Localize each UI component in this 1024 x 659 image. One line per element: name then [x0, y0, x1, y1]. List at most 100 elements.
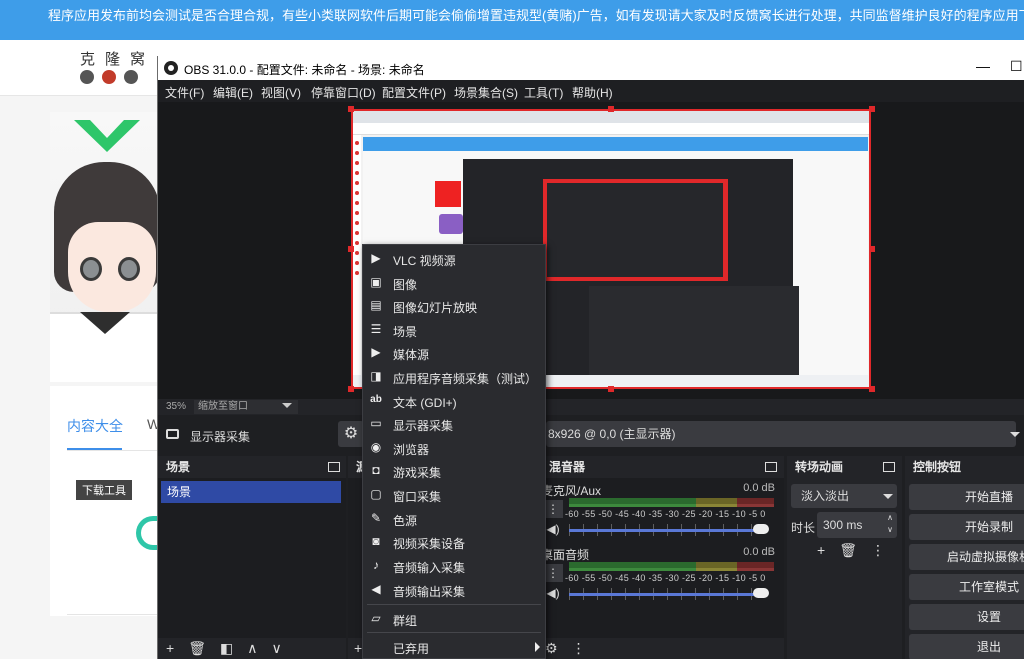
menu-item-browser[interactable]: ◉ 浏览器	[363, 436, 545, 459]
menu-item-group[interactable]: ▱ 群组	[363, 607, 545, 630]
chevron-down-icon[interactable]	[282, 403, 292, 408]
maximize-button[interactable]: ☐	[1010, 58, 1023, 75]
add-source-icon[interactable]: +	[354, 640, 362, 656]
zoom-bar: 35% 缩放至窗口	[158, 399, 1024, 415]
menu-item-vlc-source[interactable]: ▶ VLC 视频源	[363, 247, 545, 270]
resize-handle-tr[interactable]	[869, 106, 875, 112]
menu-profile[interactable]: 配置文件(P)	[382, 84, 446, 101]
more-icon[interactable]: ⋮	[871, 542, 885, 559]
chevron-down-icon[interactable]	[1010, 432, 1020, 437]
channel-more-button[interactable]: ⋮	[543, 564, 563, 582]
gear-icon[interactable]: ⚙	[545, 640, 558, 657]
site-tag-download-tools[interactable]: 下载工具	[76, 480, 132, 500]
chevron-down-icon[interactable]	[883, 494, 893, 499]
scenes-dock-title: 场景	[166, 460, 191, 474]
menu-view[interactable]: 视图(V)	[261, 84, 301, 101]
mixer-dock-title: 混音器	[549, 460, 586, 474]
site-logo[interactable]: 克隆窝	[80, 48, 155, 69]
site-divider	[67, 450, 160, 451]
more-icon[interactable]: ⋮	[572, 640, 586, 657]
obs-titlebar[interactable]: OBS 31.0.0 - 配置文件: 未命名 - 场景: 未命名 — ☐	[158, 56, 1024, 80]
remove-scene-icon[interactable]: 🗑	[188, 640, 206, 657]
menu-item-app-audio-capture[interactable]: ◨ 应用程序音频采集（测试）	[363, 365, 545, 388]
scenes-list: 场景	[158, 478, 346, 638]
app-audio-icon: ◨	[370, 369, 382, 383]
resize-handle-l[interactable]	[348, 246, 354, 252]
menu-item-audio-output-capture[interactable]: ◀ 音频输出采集	[363, 578, 545, 601]
settings-button[interactable]: 设置	[909, 604, 1024, 630]
start-virtual-camera-button[interactable]: 启动虚拟摄像机	[909, 544, 1024, 570]
mixer-channel: 麦克风/Aux 0.0 dB ⋮ -60 -55 -50 -45 -40 -35…	[541, 480, 781, 542]
menu-item-image[interactable]: ▣ 图像	[363, 271, 545, 294]
minimize-button[interactable]: —	[976, 58, 990, 74]
menu-item-audio-input-capture[interactable]: ♪ 音频输入采集	[363, 554, 545, 577]
menu-item-window-capture[interactable]: ▢ 窗口采集	[363, 483, 545, 506]
source-properties-button[interactable]: ⚙	[338, 421, 364, 447]
start-streaming-button[interactable]: 开始直播	[909, 484, 1024, 510]
menu-bar: 文件(F) 编辑(E) 视图(V) 停靠窗口(D) 配置文件(P) 场景集合(S…	[158, 80, 1024, 102]
resize-handle-tl[interactable]	[348, 106, 354, 112]
dock-float-icon[interactable]	[328, 462, 340, 472]
resize-handle-br[interactable]	[869, 386, 875, 392]
add-scene-icon[interactable]: +	[166, 640, 174, 657]
menu-docks[interactable]: 停靠窗口(D)	[311, 84, 376, 101]
resize-handle-t[interactable]	[608, 106, 614, 112]
speaker-icon[interactable]: ◀)	[543, 586, 563, 602]
move-up-icon[interactable]: ∧	[247, 640, 257, 657]
menu-item-scene[interactable]: ☰ 场景	[363, 318, 545, 341]
menu-item-color-source[interactable]: ✎ 色源	[363, 507, 545, 530]
channel-name: 麦克风/Aux	[541, 484, 602, 498]
play-icon: ▶	[371, 251, 381, 265]
menu-scene-collection[interactable]: 场景集合(S)	[454, 84, 518, 101]
speaker-icon[interactable]: ◀)	[543, 522, 563, 538]
camera-icon: ◙	[372, 534, 380, 548]
zoom-percent: 35%	[166, 401, 187, 412]
gamepad-icon: ◘	[372, 463, 380, 477]
microphone-icon: ♪	[373, 558, 379, 572]
volume-slider-knob[interactable]	[753, 588, 769, 598]
volume-meter-peak	[569, 504, 774, 507]
menu-item-video-capture-device[interactable]: ◙ 视频采集设备	[363, 530, 545, 553]
menu-item-display-capture[interactable]: ▭ 显示器采集	[363, 412, 545, 435]
preview-canvas[interactable]	[158, 102, 1024, 399]
channel-more-button[interactable]: ⋮	[543, 500, 563, 518]
menu-edit[interactable]: 编辑(E)	[213, 84, 253, 101]
studio-mode-button[interactable]: 工作室模式	[909, 574, 1024, 600]
volume-slider[interactable]	[569, 593, 757, 596]
move-down-icon[interactable]: ∨	[271, 640, 281, 657]
volume-slider[interactable]	[569, 529, 757, 532]
duration-label: 时长	[791, 521, 816, 535]
menu-item-deprecated[interactable]: 已弃用	[363, 635, 545, 658]
menu-file[interactable]: 文件(F)	[165, 84, 204, 101]
filter-icon[interactable]: ◧	[220, 640, 233, 657]
controls-dock: 控制按钮 开始直播 开始录制 启动虚拟摄像机 工作室模式 设置 退出	[905, 456, 1024, 659]
play-icon: ▶	[371, 345, 381, 359]
menu-item-text-gdi[interactable]: ab 文本 (GDI+)	[363, 389, 545, 412]
volume-slider-knob[interactable]	[753, 524, 769, 534]
exit-button[interactable]: 退出	[909, 634, 1024, 659]
resize-handle-r[interactable]	[869, 246, 875, 252]
monitor-icon	[166, 429, 179, 439]
menu-item-image-slideshow[interactable]: ▤ 图像幻灯片放映	[363, 294, 545, 317]
window-title: OBS 31.0.0 - 配置文件: 未命名 - 场景: 未命名	[184, 63, 425, 77]
resize-handle-bl[interactable]	[348, 386, 354, 392]
menu-help[interactable]: 帮助(H)	[572, 84, 613, 101]
duration-spinner[interactable]: ∧ ∨	[882, 512, 898, 538]
site-tab-content-all[interactable]: 内容大全	[67, 416, 123, 436]
scene-item[interactable]: 场景	[161, 481, 341, 503]
display-select[interactable]: 8x926 @ 0,0 (主显示器)	[546, 421, 1016, 447]
transition-select[interactable]: 淡入淡出	[791, 484, 897, 508]
monitor-icon: ▭	[370, 416, 382, 430]
dock-float-icon[interactable]	[883, 462, 895, 472]
text-icon: ab	[370, 394, 382, 405]
dock-float-icon[interactable]	[765, 462, 777, 472]
mixer-channel: 桌面音频 0.0 dB ⋮ -60 -55 -50 -45 -40 -35 -3…	[541, 544, 781, 606]
add-transition-icon[interactable]: +	[817, 542, 825, 559]
menu-item-media-source[interactable]: ▶ 媒体源	[363, 341, 545, 364]
menu-tools[interactable]: 工具(T)	[524, 84, 563, 101]
chevron-right-icon	[535, 642, 540, 652]
resize-handle-b[interactable]	[608, 386, 614, 392]
start-recording-button[interactable]: 开始录制	[909, 514, 1024, 540]
remove-transition-icon[interactable]: 🗑	[839, 542, 857, 559]
menu-item-game-capture[interactable]: ◘ 游戏采集	[363, 459, 545, 482]
